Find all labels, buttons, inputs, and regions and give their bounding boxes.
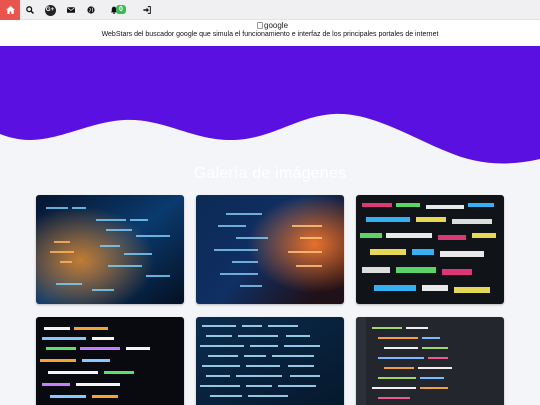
gallery-image-1[interactable]: [36, 195, 184, 304]
top-navbar: G+ 0: [0, 0, 540, 20]
logo-alt-text: google: [264, 21, 289, 30]
globe-button[interactable]: [81, 0, 101, 20]
gallery-image-5[interactable]: [196, 317, 344, 405]
mail-icon: [67, 7, 75, 13]
broken-image-icon: [257, 22, 263, 29]
search-button[interactable]: [20, 0, 40, 20]
brand-header: google WebStars del buscador google que …: [0, 20, 540, 46]
google-plus-button[interactable]: G+: [40, 0, 60, 20]
gallery-image-6[interactable]: [356, 317, 504, 405]
google-logo[interactable]: google: [257, 21, 288, 30]
home-button[interactable]: [0, 0, 20, 20]
home-icon: [5, 6, 15, 14]
mail-button[interactable]: [61, 0, 81, 20]
globe-icon: [87, 6, 95, 14]
gallery-image-2[interactable]: [196, 195, 344, 304]
login-icon: [143, 6, 151, 14]
hero-banner: [0, 46, 540, 176]
gallery-image-3[interactable]: [356, 195, 504, 304]
search-icon: [26, 6, 34, 14]
google-plus-icon: G+: [44, 4, 56, 16]
login-button[interactable]: [137, 0, 157, 20]
site-tagline: WebStars del buscador google que simula …: [101, 31, 439, 38]
notification-count-badge: 0: [116, 5, 126, 14]
gallery-title: Galería de imágenes: [193, 165, 347, 182]
gallery-image-4[interactable]: [36, 317, 184, 405]
